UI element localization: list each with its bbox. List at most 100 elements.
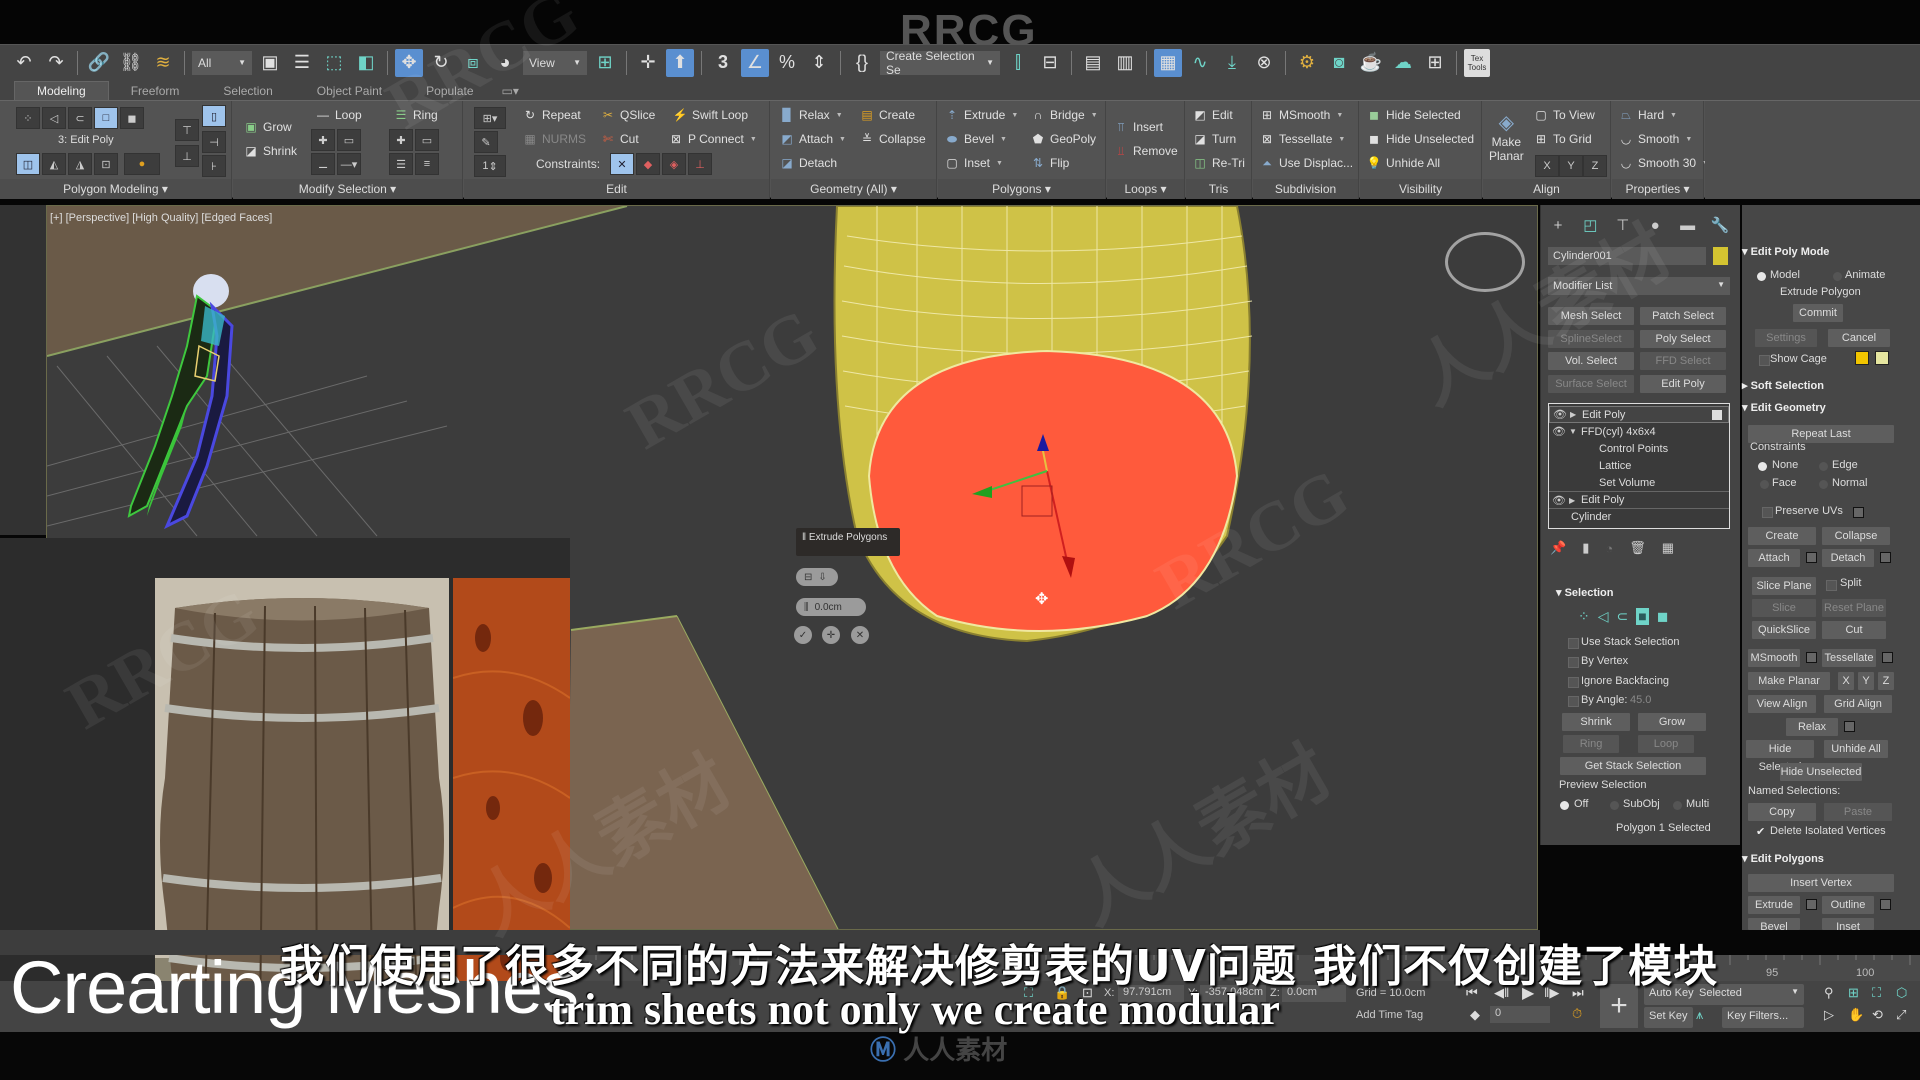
edit-named-sets-icon[interactable]: {} bbox=[848, 49, 876, 77]
field-of-view-icon[interactable]: ▷ bbox=[1824, 1007, 1834, 1023]
angle-snap-icon[interactable]: ∠ bbox=[741, 48, 769, 77]
group-label[interactable]: Geometry (All) ▾ bbox=[771, 179, 936, 199]
detach-button[interactable]: Detach bbox=[1822, 549, 1874, 567]
slice-plane-button[interactable]: Slice Plane bbox=[1752, 577, 1816, 595]
rotate-icon[interactable]: ↻ bbox=[427, 49, 455, 77]
border-level-icon[interactable]: ⊂ bbox=[1617, 608, 1629, 625]
object-color-swatch[interactable] bbox=[1713, 247, 1728, 265]
previous-modifier-icon[interactable]: ◭ bbox=[42, 153, 66, 175]
by-angle-checkbox[interactable] bbox=[1568, 696, 1579, 707]
split-checkbox[interactable] bbox=[1826, 580, 1837, 591]
maximize-viewport-icon[interactable]: ⤢ bbox=[1896, 1007, 1906, 1023]
selection-filter-dropdown[interactable]: All ▼ bbox=[192, 50, 252, 75]
slice-button[interactable]: Slice bbox=[1752, 599, 1816, 617]
group-label[interactable]: Polygon Modeling ▾ bbox=[0, 179, 231, 199]
tab-selection[interactable]: Selection bbox=[201, 82, 294, 100]
remove-loop-button[interactable]: ⫫ Remove bbox=[1113, 143, 1178, 159]
zoom-all-icon[interactable]: ⊞ bbox=[1848, 985, 1859, 1001]
reference-coord-dropdown[interactable]: View ▼ bbox=[523, 50, 587, 75]
paste-button[interactable]: Paste bbox=[1824, 803, 1892, 821]
constraint-none-radio[interactable] bbox=[1758, 462, 1767, 471]
show-cage-checkbox[interactable] bbox=[1759, 355, 1770, 366]
planar-x-button[interactable]: X bbox=[1838, 672, 1854, 690]
loop-mode-icon[interactable]: ⚊ bbox=[311, 153, 335, 175]
polygon-level-icon[interactable]: ■ bbox=[1636, 608, 1649, 625]
copy-button[interactable]: Copy bbox=[1748, 803, 1816, 821]
collapse-icon[interactable]: ▼ bbox=[1569, 427, 1581, 436]
viewport-layouts-icon[interactable]: ⊞ bbox=[1421, 49, 1449, 77]
grow-button[interactable]: Grow bbox=[1638, 713, 1706, 731]
loop-button[interactable]: — Loop bbox=[315, 107, 362, 123]
schematic-icon[interactable]: ⤓ bbox=[1218, 49, 1246, 77]
stack-item-ffd[interactable]: 👁 ▼ FFD(cyl) 4x6x4 bbox=[1549, 423, 1729, 440]
motion-icon[interactable]: ● bbox=[1643, 214, 1667, 236]
textools-icon[interactable]: Tex Tools bbox=[1464, 48, 1490, 77]
ribbon-options-icon[interactable]: ▭▾ bbox=[496, 82, 525, 100]
polygon-mode-icon[interactable]: □ bbox=[94, 107, 118, 129]
poly-select-button[interactable]: Poly Select bbox=[1640, 330, 1726, 348]
attach-button[interactable]: Attach bbox=[1748, 549, 1800, 567]
to-view-button[interactable]: ▢ To View bbox=[1533, 107, 1594, 123]
extrude-button[interactable]: ⇡ Extrude ▼ bbox=[944, 107, 1018, 123]
collapse-stack-icon[interactable]: ● bbox=[124, 153, 160, 175]
create-button[interactable]: Create bbox=[1748, 527, 1816, 545]
tessellate-settings-icon[interactable] bbox=[1882, 652, 1893, 663]
stack-selection-icon[interactable]: ⊦ bbox=[202, 155, 226, 177]
group-label[interactable]: Properties ▾ bbox=[1612, 179, 1703, 199]
edge-mode-icon[interactable]: ◁ bbox=[42, 107, 66, 129]
stack-item-edit-poly-bottom[interactable]: 👁 ▶ Edit Poly bbox=[1549, 491, 1729, 508]
key-tangent-icon[interactable]: ⩚ bbox=[1696, 1007, 1703, 1023]
element-level-icon[interactable]: ◼ bbox=[1657, 608, 1669, 625]
select-object-icon[interactable]: ▣ bbox=[256, 49, 284, 77]
tab-object-paint[interactable]: Object Paint bbox=[295, 82, 404, 100]
relax-button[interactable]: ▉ Relax ▼ bbox=[779, 107, 842, 123]
hide-selected-button[interactable]: Hide Selected bbox=[1746, 740, 1814, 773]
zoom-extents-icon[interactable]: ⛶ bbox=[1872, 985, 1881, 1001]
align-y-button[interactable]: Y bbox=[1559, 155, 1583, 177]
eye-icon[interactable]: 👁 bbox=[1549, 494, 1569, 507]
inset-button[interactable]: ▢ Inset ▼ bbox=[944, 155, 1003, 171]
edge-level-icon[interactable]: ◁ bbox=[1598, 608, 1609, 625]
stack-item-edit-poly-top[interactable]: 👁 ▶ Edit Poly bbox=[1549, 406, 1729, 423]
orbit-icon[interactable]: ⟲ bbox=[1872, 1007, 1883, 1023]
mirror-icon[interactable]: ⫿ bbox=[1004, 49, 1032, 77]
outline-settings-icon[interactable] bbox=[1880, 899, 1891, 910]
percent-snap-icon[interactable]: % bbox=[773, 49, 801, 77]
unlink-icon[interactable]: ⛓ bbox=[117, 49, 145, 77]
loop-options-icon[interactable]: —▾ bbox=[337, 153, 361, 175]
spinner-snap-icon[interactable]: ⇕ bbox=[805, 49, 833, 77]
constraint-edge-radio[interactable] bbox=[1819, 462, 1828, 471]
group-label[interactable]: Modify Selection ▾ bbox=[233, 179, 462, 199]
select-by-name-icon[interactable]: ☰ bbox=[288, 49, 316, 77]
key-mode-icon[interactable]: ◆ bbox=[1470, 1007, 1480, 1023]
modify-mode-icon[interactable]: ◫ bbox=[16, 153, 40, 175]
utilities-icon[interactable]: 🔧 bbox=[1708, 214, 1732, 236]
constraint-face-icon[interactable]: ◈ bbox=[662, 153, 686, 175]
cage-color-swatch-1[interactable] bbox=[1855, 351, 1869, 365]
inset-button[interactable]: Inset bbox=[1822, 918, 1874, 930]
constraint-normal-icon[interactable]: ⊥ bbox=[688, 153, 712, 175]
delete-isolated-checkbox[interactable]: ✔ bbox=[1756, 825, 1765, 838]
grow-button[interactable]: ▣ Grow bbox=[243, 119, 291, 135]
attach-button[interactable]: ◩ Attach ▼ bbox=[779, 131, 846, 147]
tab-populate[interactable]: Populate bbox=[404, 82, 495, 100]
cut-button[interactable]: Cut bbox=[1822, 621, 1886, 639]
layer-explorer-icon[interactable]: ▥ bbox=[1111, 49, 1139, 77]
bevel-button[interactable]: Bevel bbox=[1748, 918, 1800, 930]
align-z-button[interactable]: Z bbox=[1583, 155, 1607, 177]
group-label[interactable]: Loops ▾ bbox=[1107, 179, 1184, 199]
smooth-button[interactable]: ◡ Smooth ▼ bbox=[1618, 131, 1693, 147]
modify-icon[interactable]: ◰ bbox=[1578, 214, 1602, 236]
unhide-all-button[interactable]: 💡 Unhide All bbox=[1366, 155, 1441, 171]
get-stack-selection-button[interactable]: Get Stack Selection bbox=[1560, 757, 1706, 775]
wood-plank-mesh[interactable] bbox=[567, 615, 839, 930]
detach-button[interactable]: ◪ Detach bbox=[779, 155, 837, 171]
repeat-count-spinner[interactable]: 1 ⇕ bbox=[474, 155, 506, 177]
reset-plane-button[interactable]: Reset Plane bbox=[1822, 599, 1886, 617]
rect-selection-icon[interactable]: ⬚ bbox=[320, 49, 348, 77]
msmooth-settings-icon[interactable] bbox=[1806, 652, 1817, 663]
object-name-field[interactable]: Cylinder001 bbox=[1548, 247, 1706, 265]
show-end-result-icon[interactable]: ▮ bbox=[1582, 540, 1589, 556]
render-icon[interactable]: ☕ bbox=[1357, 49, 1385, 77]
align-x-button[interactable]: X bbox=[1535, 155, 1559, 177]
